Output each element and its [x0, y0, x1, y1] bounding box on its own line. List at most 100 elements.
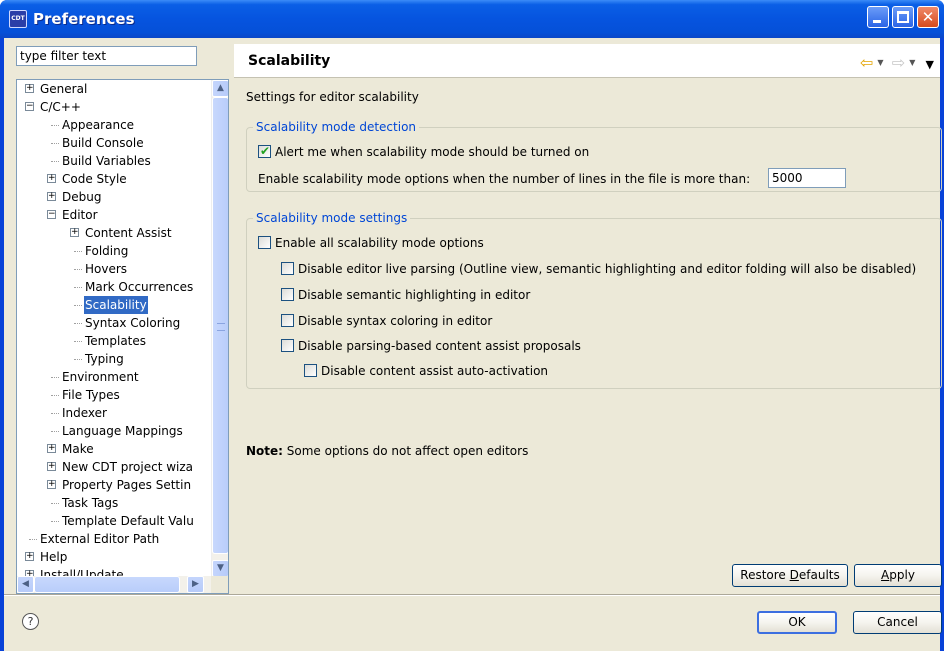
tree-item[interactable]: Scalability [17, 296, 210, 314]
tree-item[interactable]: − Editor [17, 206, 210, 224]
option-checkbox[interactable] [304, 364, 317, 377]
tree-item-label: Language Mappings [62, 424, 183, 438]
tree-item[interactable]: Hovers [17, 260, 210, 278]
tree-item[interactable]: Language Mappings [17, 422, 210, 440]
tree-item[interactable]: + Content Assist [17, 224, 210, 242]
expand-icon[interactable]: + [70, 228, 79, 237]
expand-icon[interactable]: + [47, 192, 56, 201]
tree-connector [51, 395, 59, 396]
back-arrow-icon[interactable]: ⇦ [860, 53, 873, 72]
tree-vertical-scrollbar[interactable]: ▲ ▼ [211, 80, 228, 577]
restore-defaults-button[interactable]: Restore Defaults [732, 564, 848, 587]
tree-item[interactable]: Build Variables [17, 152, 210, 170]
option-checkbox[interactable] [281, 339, 294, 352]
page-description: Settings for editor scalability [246, 90, 419, 104]
tree-item[interactable]: + General [17, 80, 210, 98]
tree-horizontal-scrollbar[interactable]: ◀ ▶ [17, 576, 212, 593]
preferences-window: CDT Preferences ✕ + General −C/C++ Appearan… [0, 0, 944, 651]
maximize-icon [897, 11, 909, 23]
tree-item[interactable]: Syntax Coloring [17, 314, 210, 332]
forward-arrow-icon[interactable]: ⇨ [892, 53, 905, 72]
tree-item-label: Debug [62, 190, 102, 204]
horizontal-scroll-thumb[interactable] [34, 576, 180, 593]
ok-button[interactable]: OK [757, 611, 837, 634]
option-checkbox[interactable] [258, 236, 271, 249]
tree-item-label: Task Tags [62, 496, 119, 510]
tree-item-label: Appearance [62, 118, 135, 132]
tree-connector [51, 377, 59, 378]
scroll-up-button[interactable]: ▲ [212, 80, 228, 97]
tree-item[interactable]: + Code Style [17, 170, 210, 188]
tree-connector [51, 125, 59, 126]
help-icon[interactable]: ? [22, 613, 39, 630]
tree-connector [51, 431, 59, 432]
scrollbar-corner [211, 576, 228, 593]
tree-item[interactable]: Environment [17, 368, 210, 386]
expand-icon[interactable]: + [25, 552, 34, 561]
tree-item-label: Property Pages Settin [62, 478, 192, 492]
tree-item-label: General [40, 82, 88, 96]
expand-icon[interactable]: + [47, 480, 56, 489]
tree-connector [74, 287, 82, 288]
tree-item[interactable]: + New CDT project wiza [17, 458, 210, 476]
expand-icon[interactable]: + [47, 462, 56, 471]
cancel-button[interactable]: Cancel [853, 611, 942, 634]
expand-icon[interactable]: + [25, 84, 34, 93]
lines-threshold-input[interactable] [768, 168, 846, 188]
tree-item-label: Hovers [85, 262, 128, 276]
tree-connector [74, 305, 82, 306]
option-checkbox-label: Disable editor live parsing (Outline vie… [298, 262, 917, 276]
option-checkbox[interactable] [281, 314, 294, 327]
back-dropdown-icon[interactable]: ▼ [877, 58, 883, 67]
tree-connector [74, 251, 82, 252]
tree-item[interactable]: Typing [17, 350, 210, 368]
lines-threshold-label: Enable scalability mode options when the… [258, 172, 751, 186]
collapse-icon[interactable]: − [25, 102, 34, 111]
tree-item[interactable]: + Help [17, 548, 210, 566]
expand-icon[interactable]: + [47, 444, 56, 453]
note-label: Note: [246, 444, 283, 458]
tree-item[interactable]: Task Tags [17, 494, 210, 512]
tree-item[interactable]: − C/C++ [17, 98, 210, 116]
collapse-icon[interactable]: − [47, 210, 56, 219]
close-icon: ✕ [921, 8, 935, 26]
title-bar[interactable]: CDT Preferences ✕ [0, 0, 944, 38]
restore-defaults-suffix: efaults [798, 568, 840, 582]
app-icon: CDT [9, 10, 27, 28]
option-checkbox[interactable] [281, 288, 294, 301]
option-checkbox-label: Disable syntax coloring in editor [298, 314, 493, 328]
maximize-button[interactable] [892, 6, 914, 28]
filter-input[interactable] [16, 46, 197, 66]
tree-item[interactable]: Mark Occurrences [17, 278, 210, 296]
tree-item[interactable]: Appearance [17, 116, 210, 134]
expand-icon[interactable]: + [47, 174, 56, 183]
tree-item-label: Typing [85, 352, 124, 366]
scroll-down-button[interactable]: ▼ [212, 560, 228, 577]
scroll-left-button[interactable]: ◀ [17, 576, 34, 593]
tree-item[interactable]: Template Default Valu [17, 512, 210, 530]
apply-button[interactable]: Apply [854, 564, 942, 587]
tree-item[interactable]: + Make [17, 440, 210, 458]
forward-dropdown-icon[interactable]: ▼ [909, 58, 915, 67]
tree-item[interactable]: + Debug [17, 188, 210, 206]
close-button[interactable]: ✕ [917, 6, 939, 28]
minimize-button[interactable] [867, 6, 889, 28]
tree-item-label: Code Style [62, 172, 127, 186]
tree-connector [51, 521, 59, 522]
tree-item[interactable]: Folding [17, 242, 210, 260]
tree-item[interactable]: Build Console [17, 134, 210, 152]
view-menu-icon[interactable]: ▼ [926, 58, 934, 71]
scroll-thumb[interactable] [212, 97, 228, 554]
tree-item[interactable]: + Property Pages Settin [17, 476, 210, 494]
tree-item[interactable]: External Editor Path [17, 530, 210, 548]
option-checkbox[interactable] [281, 262, 294, 275]
tree-item[interactable]: File Types [17, 386, 210, 404]
scroll-right-button[interactable]: ▶ [187, 576, 204, 593]
tree-item[interactable]: Indexer [17, 404, 210, 422]
preference-tree: + General − C/C++ Appearance Build Console Bui… [16, 79, 229, 594]
tree-item-label: New CDT project wiza [62, 460, 194, 474]
tree-item[interactable]: Templates [17, 332, 210, 350]
tree-item-label: Template Default Valu [62, 514, 194, 528]
option-checkbox-label: Enable all scalability mode options [275, 236, 484, 250]
alert-checkbox[interactable] [258, 142, 271, 160]
